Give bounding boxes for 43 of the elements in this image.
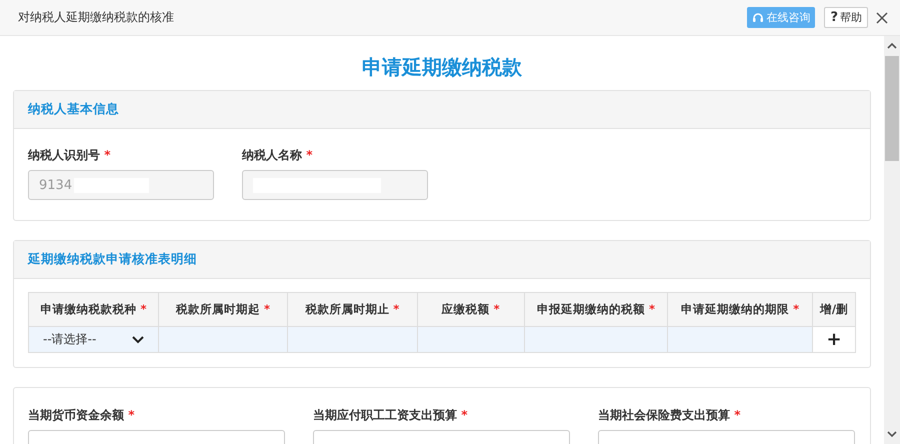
scroll-down-icon[interactable]	[887, 430, 897, 438]
scrollbar-thumb[interactable]	[885, 56, 899, 161]
table-cell[interactable]	[417, 326, 524, 352]
field-label: 当期社会保险费支出预算 *	[598, 407, 742, 424]
column-header: 增/删	[812, 292, 856, 326]
required-asterisk: *	[127, 408, 134, 422]
scrollbar[interactable]	[884, 36, 900, 444]
input-field[interactable]	[242, 170, 428, 200]
required-asterisk: *	[392, 302, 400, 316]
column-header: 申请缴纳税款税种 *	[28, 292, 159, 326]
close-icon[interactable]	[876, 12, 888, 24]
table-cell[interactable]	[524, 326, 668, 352]
tax-type-select[interactable]: --请选择--	[29, 327, 158, 352]
add-row-button[interactable]: +	[812, 327, 855, 352]
section-title: 延期缴纳税款申请核准表明细	[14, 241, 870, 279]
required-asterisk: *	[305, 148, 312, 162]
headset-icon	[752, 12, 764, 24]
column-header: 申报延期缴纳的税额 *	[524, 292, 668, 326]
chevron-down-icon	[132, 336, 144, 344]
column-header: 税款所属时期止 *	[287, 292, 418, 326]
table-cell[interactable]	[287, 326, 418, 352]
required-asterisk: *	[492, 302, 500, 316]
required-asterisk: *	[263, 302, 270, 316]
table-cell[interactable]	[158, 326, 288, 352]
required-asterisk: *	[792, 302, 800, 316]
table-cell[interactable]	[668, 326, 812, 352]
field-label: 当期应付职工工资支出预算 *	[313, 407, 468, 424]
column-header: 申请延期缴纳的期限 *	[668, 292, 812, 326]
column-header: 税款所属时期起 *	[158, 292, 288, 326]
required-asterisk: *	[733, 408, 740, 422]
page-title: 申请延期缴纳税款	[361, 54, 523, 81]
required-asterisk: *	[140, 302, 147, 316]
field-label: 纳税人名称 *	[242, 147, 314, 164]
field-label: 当期货币资金余额 *	[28, 407, 136, 424]
scroll-up-icon[interactable]	[887, 42, 897, 50]
help-button[interactable]: ?帮助	[824, 7, 868, 28]
required-asterisk: *	[103, 148, 110, 162]
field-label: 纳税人识别号 *	[28, 147, 112, 164]
required-asterisk: *	[648, 302, 656, 316]
required-asterisk: *	[460, 408, 468, 422]
section-title: 纳税人基本信息	[14, 91, 870, 129]
column-header: 应缴税额 *	[417, 292, 524, 326]
window-title: 对纳税人延期缴纳税款的核准	[18, 9, 175, 26]
